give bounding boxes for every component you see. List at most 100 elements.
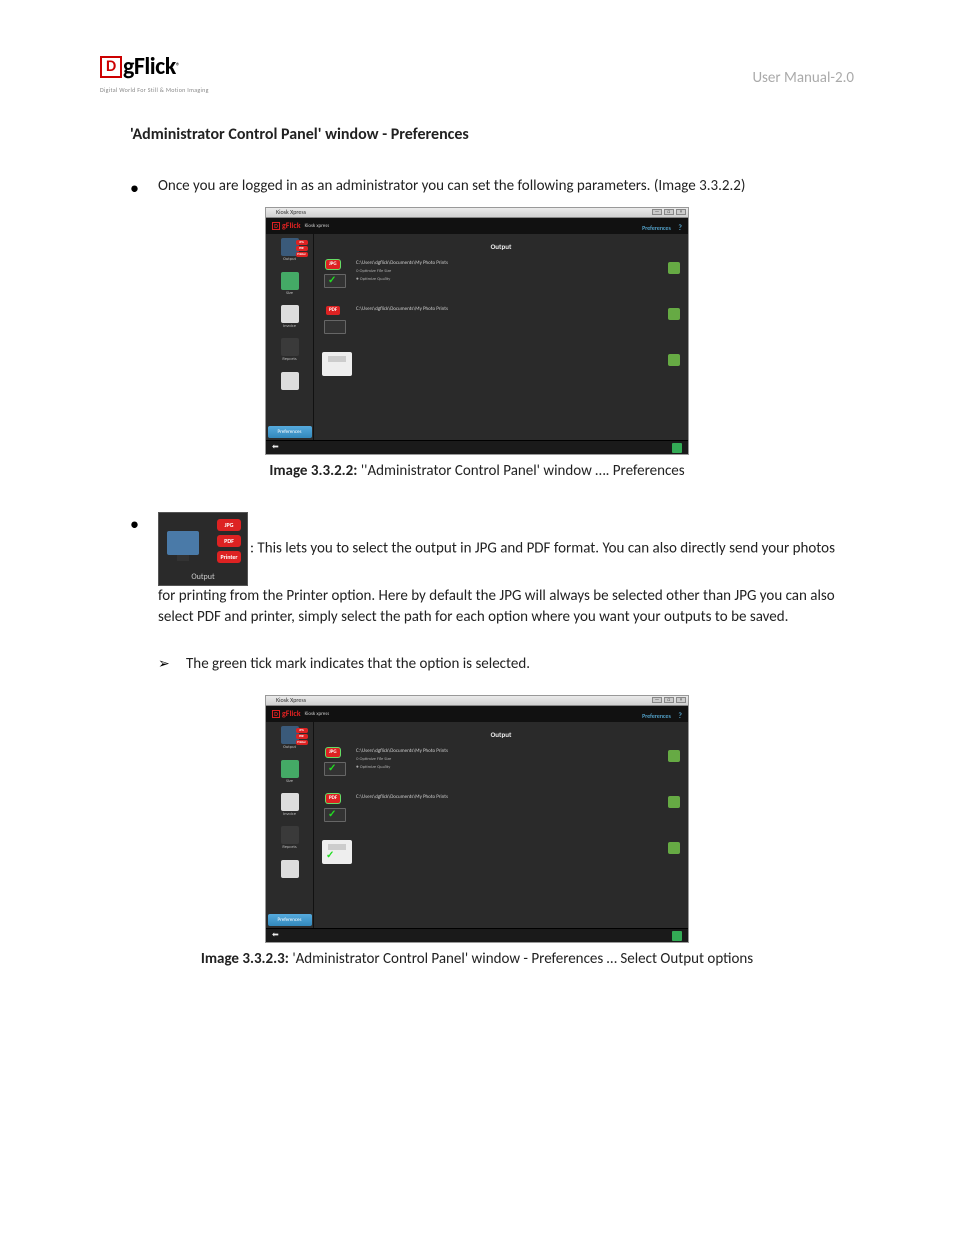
side-label-invoice: Invoice bbox=[283, 324, 296, 330]
thumb-jpg-pill: JPG bbox=[217, 519, 241, 531]
minimize-icon: — bbox=[652, 209, 662, 215]
ss-main-title: Output bbox=[322, 242, 680, 252]
logo-box: D bbox=[100, 56, 122, 78]
side-label-reports: Reports bbox=[282, 845, 296, 851]
jpg-pill-icon: JPG bbox=[296, 240, 308, 245]
report-doc-icon bbox=[281, 372, 299, 390]
invoice-icon bbox=[281, 305, 299, 323]
caption-1: Image 3.3.2.2: ''Administrator Control P… bbox=[100, 461, 854, 482]
ss-brand-box: D bbox=[272, 710, 280, 718]
printer-pill-icon: Printer bbox=[296, 740, 308, 745]
back-icon: ⬅ bbox=[272, 930, 279, 941]
output-thumbnail: JPG PDF Printer Output bbox=[158, 512, 248, 586]
caption-1-label: Image 3.3.2.2: bbox=[269, 462, 357, 480]
preferences-button: Preferences bbox=[268, 914, 312, 926]
thumb-printer-pill: Printer bbox=[217, 551, 241, 563]
minimize-icon: — bbox=[652, 697, 662, 703]
pdf-pill-icon: PDF bbox=[296, 734, 308, 739]
ss-main: Output JPG ✓ C:\Users\dgflick\Documents\… bbox=[314, 234, 688, 440]
jpg-badge: JPG bbox=[326, 748, 340, 757]
printer-icon bbox=[322, 352, 352, 376]
thumb-pdf-pill: PDF bbox=[217, 535, 241, 547]
ss-titlebar-text: Kiosk Xpress bbox=[276, 696, 306, 704]
side-label-size: Size bbox=[286, 291, 293, 297]
printer-pill-icon: Printer bbox=[296, 252, 308, 257]
reports-icon bbox=[281, 338, 299, 356]
logo-text: gFlick bbox=[123, 50, 176, 84]
browse-icon bbox=[668, 354, 680, 366]
ss-titlebar-text: Kiosk Xpress bbox=[276, 208, 306, 216]
ss-brandbar: D gFlick Kiosk xpress Preferences ? bbox=[266, 218, 688, 234]
side-label-size: Size bbox=[286, 779, 293, 785]
arrow-note: The green tick mark indicates that the o… bbox=[158, 654, 854, 675]
tick-icon: ✓ bbox=[328, 273, 336, 287]
save-icon bbox=[672, 931, 682, 941]
screenshot-1: Kiosk Xpress — □ × D gFlick Kiosk xpress… bbox=[265, 207, 689, 455]
ss-footer: ⬅ bbox=[266, 440, 688, 454]
bullet-2-text: : This lets you to select the output in … bbox=[158, 540, 835, 626]
browse-icon bbox=[668, 796, 680, 808]
logo-tagline: Digital World For Still & Motion Imaging bbox=[100, 86, 209, 94]
screenshot-2: Kiosk Xpress — □ × D gFlick Kiosk xpress… bbox=[265, 695, 689, 943]
side-label-output: Output bbox=[283, 745, 296, 751]
pdf-path: C:\Users\dgflick\Documents\My Photo Prin… bbox=[356, 306, 680, 313]
thumb-monitor-icon bbox=[167, 531, 199, 555]
ss-main: Output JPG ✓ C:\Users\dgflick\Documents\… bbox=[314, 722, 688, 928]
pdf-badge: PDF bbox=[326, 306, 340, 315]
printer-icon: ✓ bbox=[322, 840, 352, 864]
ss-titlebar: Kiosk Xpress — □ × bbox=[266, 696, 688, 706]
jpg-path: C:\Users\dgflick\Documents\My Photo Prin… bbox=[356, 748, 680, 755]
browse-icon bbox=[668, 750, 680, 762]
size-icon bbox=[281, 272, 299, 290]
ss-brand-sub: Kiosk xpress bbox=[305, 223, 330, 230]
side-label-reports: Reports bbox=[282, 357, 296, 363]
section-title: 'Administrator Control Panel' window - P… bbox=[130, 124, 854, 146]
close-icon: × bbox=[676, 209, 686, 215]
jpg-path: C:\Users\dgflick\Documents\My Photo Prin… bbox=[356, 260, 680, 267]
back-icon: ⬅ bbox=[272, 442, 279, 453]
ss-main-title: Output bbox=[322, 730, 680, 740]
monitor-icon bbox=[324, 320, 346, 334]
bullet-list-2: JPG PDF Printer Output : This lets you t… bbox=[100, 512, 854, 628]
window-controls: — □ × bbox=[652, 697, 686, 703]
ss-brand-text: gFlick bbox=[282, 709, 301, 720]
close-icon: × bbox=[676, 697, 686, 703]
pdf-path: C:\Users\dgflick\Documents\My Photo Prin… bbox=[356, 794, 680, 801]
caption-2-text: 'Administrator Control Panel' window - P… bbox=[289, 950, 753, 968]
page-header: D gFlick ® Digital World For Still & Mot… bbox=[100, 50, 854, 94]
pdf-badge: PDF bbox=[326, 794, 340, 803]
bullet-list-1: Once you are logged in as an administrat… bbox=[100, 176, 854, 197]
jpg-opt-size: ○ Optimize File Size bbox=[356, 269, 680, 275]
save-icon bbox=[672, 443, 682, 453]
jpg-opt-quality: ● Optimize Quality bbox=[356, 277, 680, 283]
side-label-invoice: Invoice bbox=[283, 812, 296, 818]
report-doc-icon bbox=[281, 860, 299, 878]
preferences-button: Preferences bbox=[268, 426, 312, 438]
maximize-icon: □ bbox=[664, 697, 674, 703]
jpg-opt-quality: ● Optimize Quality bbox=[356, 765, 680, 771]
logo-reg: ® bbox=[176, 61, 181, 74]
browse-icon bbox=[668, 842, 680, 854]
jpg-opt-size: ○ Optimize File Size bbox=[356, 757, 680, 763]
ss-brand-box: D bbox=[272, 222, 280, 230]
ss-brand-sub: Kiosk xpress bbox=[305, 711, 330, 718]
tick-icon: ✓ bbox=[328, 761, 336, 775]
caption-2: Image 3.3.2.3: 'Administrator Control Pa… bbox=[100, 949, 854, 970]
maximize-icon: □ bbox=[664, 209, 674, 215]
logo: D gFlick ® Digital World For Still & Mot… bbox=[100, 50, 209, 94]
ss-pref-link: Preferences bbox=[642, 712, 671, 720]
thumb-label: Output bbox=[159, 572, 247, 583]
pdf-pill-icon: PDF bbox=[296, 246, 308, 251]
ss-sidebar: JPG PDF Printer Output Size Invoice Repo… bbox=[266, 722, 314, 928]
ss-sidebar: JPG PDF Printer Output Size Invoice Repo… bbox=[266, 234, 314, 440]
bullet-2: JPG PDF Printer Output : This lets you t… bbox=[130, 512, 854, 628]
reports-icon bbox=[281, 826, 299, 844]
help-icon: ? bbox=[678, 711, 682, 721]
size-icon bbox=[281, 760, 299, 778]
invoice-icon bbox=[281, 793, 299, 811]
caption-2-label: Image 3.3.2.3: bbox=[201, 950, 289, 968]
ss-titlebar: Kiosk Xpress — □ × bbox=[266, 208, 688, 218]
jpg-pill-icon: JPG bbox=[296, 728, 308, 733]
side-label-output: Output bbox=[283, 257, 296, 263]
help-icon: ? bbox=[678, 223, 682, 233]
